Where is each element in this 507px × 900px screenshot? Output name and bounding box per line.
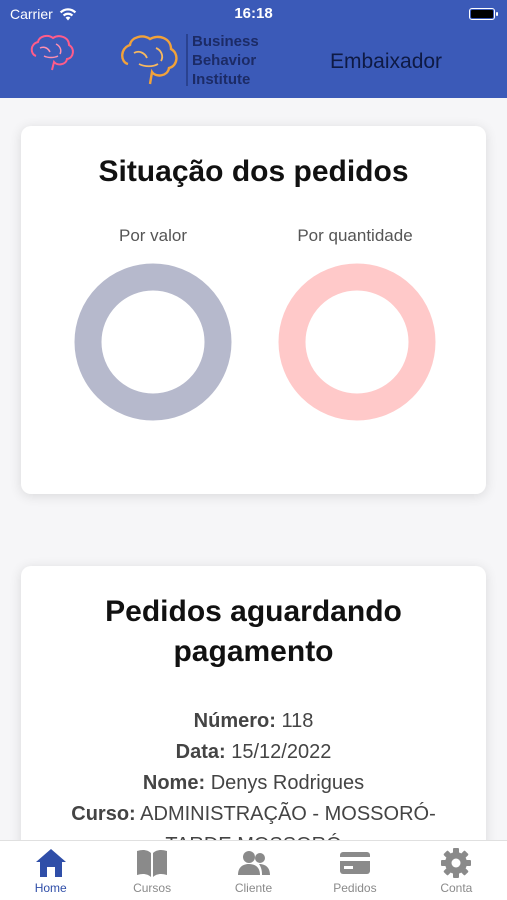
logo-line-1: Business	[192, 33, 259, 50]
book-icon	[137, 849, 168, 877]
battery-icon	[469, 8, 498, 20]
tab-pedidos-label: Pedidos	[333, 881, 377, 895]
app-header: Business Behavior Institute Embaixador	[0, 28, 507, 98]
order-name-label: Nome:	[142, 772, 206, 794]
users-icon	[237, 851, 270, 875]
status-bar: Carrier 16:18	[0, 0, 507, 28]
logo-text: Business Behavior Institute	[192, 32, 259, 89]
tab-cursos[interactable]: Cursos	[101, 841, 202, 900]
order-info: Número: 118 Data: 15/12/2022 Nome: Denys…	[21, 706, 486, 840]
tab-home-label: Home	[34, 881, 67, 895]
clock: 16:18	[234, 5, 273, 22]
orders-status-card: Situação dos pedidos Por valor Por quant…	[21, 126, 486, 494]
tab-home[interactable]: Home	[0, 841, 101, 900]
tab-cliente[interactable]: Cliente	[203, 841, 304, 900]
logo-line-2: Behavior	[192, 52, 257, 69]
pending-orders-card: Pedidos aguardando pagamento Número: 118…	[21, 566, 486, 840]
card-icon	[339, 852, 370, 874]
order-name: Denys Rodrigues	[210, 772, 365, 794]
tab-cursos-label: Cursos	[133, 881, 172, 895]
order-date-row: Data: 15/12/2022	[21, 737, 486, 768]
by-quantity-donut	[278, 263, 436, 421]
brain-logo-icon	[30, 34, 74, 71]
tab-pedidos[interactable]: Pedidos	[304, 841, 405, 900]
order-number-row: Número: 118	[21, 706, 486, 737]
pending-orders-title: Pedidos aguardando pagamento	[105, 595, 402, 668]
tab-bar: Home Cursos Cliente Pedidos Conta	[0, 840, 507, 900]
tab-cliente-label: Cliente	[234, 881, 273, 895]
gear-icon	[441, 848, 472, 878]
by-value-label: Por valor	[118, 226, 188, 245]
logo-line-3: Institute	[192, 71, 251, 88]
order-number-label: Número:	[193, 710, 276, 732]
header-title: Embaixador	[330, 50, 443, 73]
by-value-donut	[74, 263, 232, 421]
order-course-label: Curso:	[71, 803, 136, 825]
business-behavior-logo-icon	[121, 35, 178, 85]
order-date: 15/12/2022	[231, 741, 332, 763]
home-icon	[35, 849, 66, 877]
tab-conta[interactable]: Conta	[406, 841, 507, 900]
order-course-line-2: TARDE MOSSORÓ	[21, 830, 486, 840]
home-content[interactable]: Situação dos pedidos Por valor Por quant…	[0, 98, 507, 840]
by-quantity-ring	[278, 263, 436, 421]
order-date-label: Data:	[175, 741, 226, 763]
by-quantity-label: Por quantidade	[297, 226, 413, 245]
order-name-row: Nome: Denys Rodrigues	[21, 768, 486, 799]
order-number: 118	[281, 710, 314, 732]
logo-divider	[186, 34, 188, 86]
order-course-line-1: ADMINISTRAÇÃO - MOSSORÓ-	[140, 803, 436, 825]
tab-conta-label: Conta	[440, 881, 473, 895]
orders-status-title: Situação dos pedidos	[98, 155, 409, 188]
by-value-ring	[74, 263, 232, 421]
order-course-row: Curso: ADMINISTRAÇÃO - MOSSORÓ-	[21, 799, 486, 830]
